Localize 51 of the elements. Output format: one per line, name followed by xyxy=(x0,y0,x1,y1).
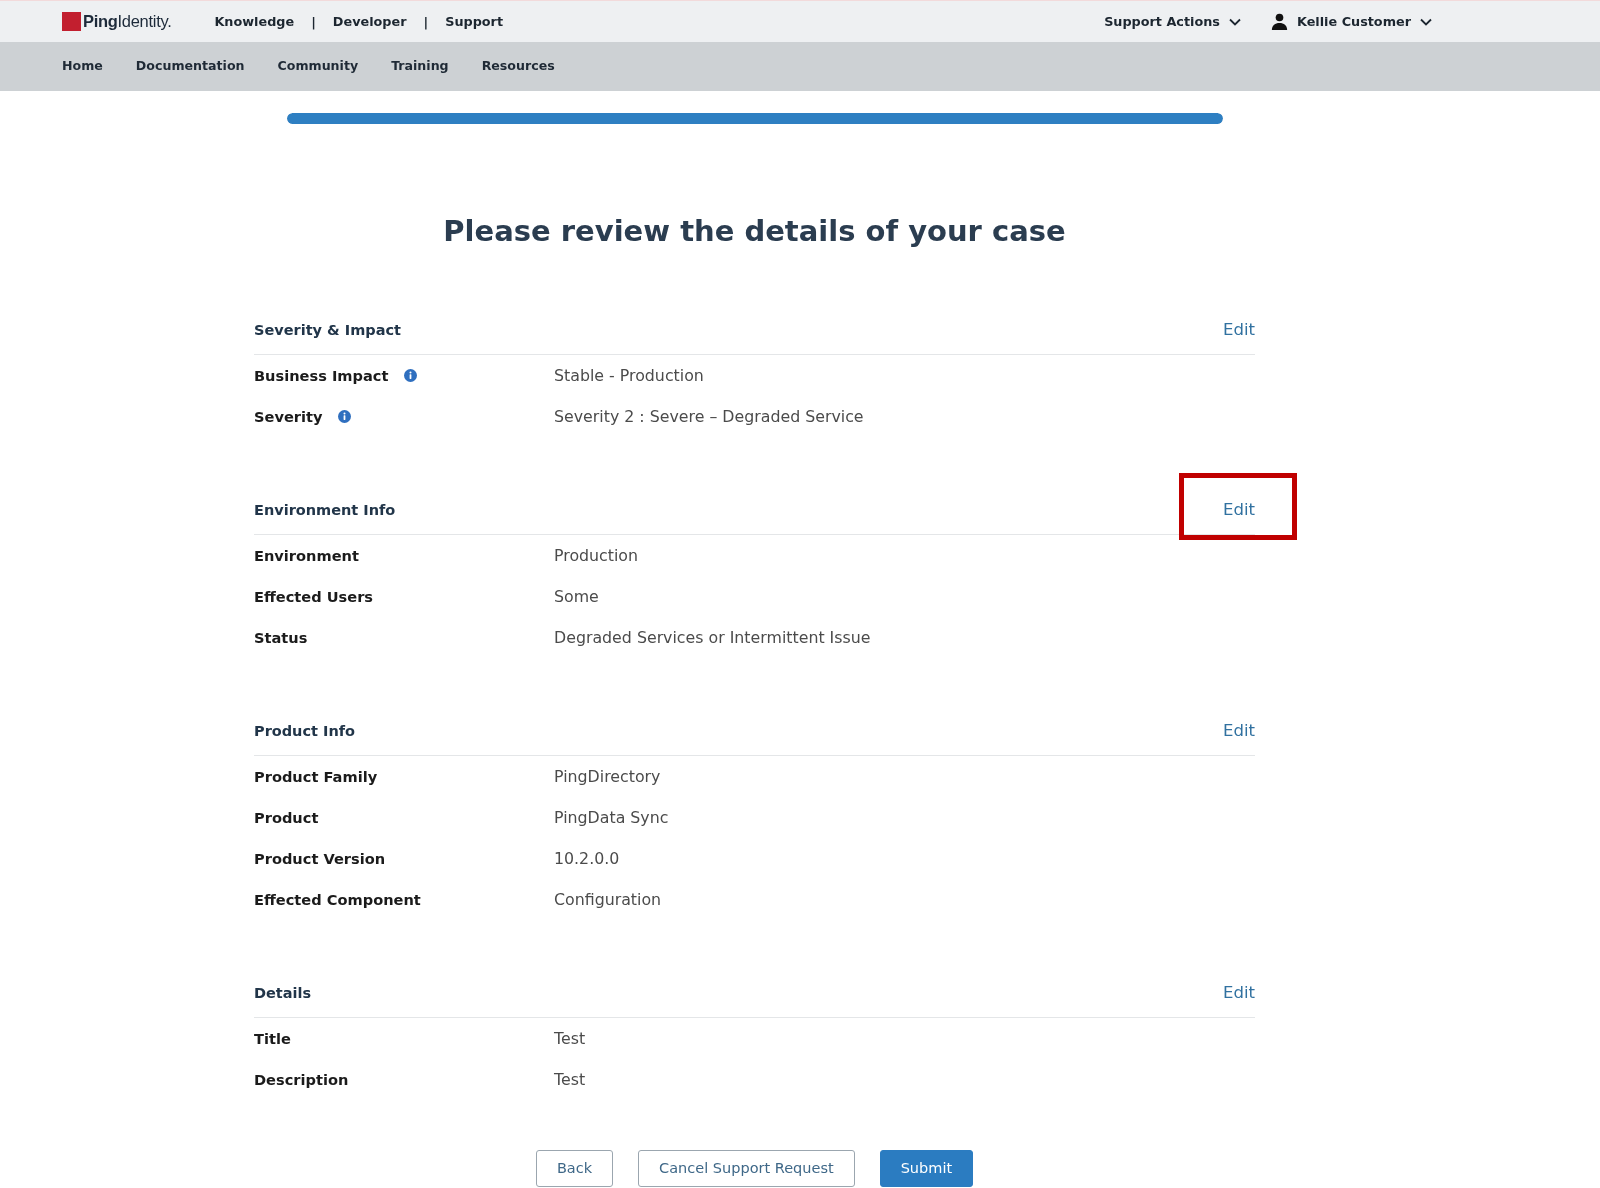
edit-link[interactable]: Edit xyxy=(1223,500,1255,519)
page-title: Please review the details of your case xyxy=(442,214,1067,249)
edit-link[interactable]: Edit xyxy=(1223,320,1255,339)
edit-link[interactable]: Edit xyxy=(1223,721,1255,740)
section-heading: Environment Info xyxy=(254,501,396,520)
field-label: Business Impact xyxy=(254,365,389,386)
nav-link[interactable]: Community xyxy=(277,57,359,76)
field-label: Product Version xyxy=(254,848,386,869)
field-value: PingDirectory xyxy=(554,765,661,788)
caret-icon xyxy=(1420,17,1432,26)
field-value: Configuration xyxy=(554,888,662,911)
nav-link[interactable]: Support xyxy=(445,11,504,32)
action-button[interactable]: Back xyxy=(535,1150,614,1187)
field-label: Description xyxy=(254,1069,349,1090)
nav-link[interactable]: Training xyxy=(391,57,449,76)
field-label: Environment xyxy=(254,545,359,566)
nav-link[interactable]: Developer xyxy=(332,11,407,32)
field-label: Product xyxy=(254,807,319,828)
field-value: Test xyxy=(554,1068,586,1091)
nav-link[interactable]: Resources xyxy=(481,57,555,76)
field-label: Status xyxy=(254,627,308,648)
field-label: Title xyxy=(254,1028,291,1049)
field-label: Effected Component xyxy=(254,889,421,910)
field-value: Test xyxy=(554,1027,586,1050)
caret-icon xyxy=(1228,17,1241,26)
nav-link[interactable]: Knowledge xyxy=(214,11,295,32)
nav-link[interactable]: Documentation xyxy=(135,57,245,76)
field-value: 10.2.0.0 xyxy=(554,847,620,870)
action-button[interactable]: Submit xyxy=(879,1150,974,1187)
field-value: Stable - Production xyxy=(554,364,704,387)
user-menu-dropdown[interactable]: Kellie Customer xyxy=(1270,11,1432,32)
support-actions-dropdown[interactable]: Support Actions xyxy=(1104,11,1241,32)
field-label: Product Family xyxy=(254,766,378,787)
action-button[interactable]: Cancel Support Request xyxy=(638,1150,855,1187)
field-value: Degraded Services or Intermittent Issue xyxy=(554,626,871,649)
section-heading: Details xyxy=(254,984,312,1003)
section-heading: Product Info xyxy=(254,722,355,741)
field-value: PingData Sync xyxy=(554,806,669,829)
field-label: Severity xyxy=(254,406,323,427)
square-icon xyxy=(62,12,81,31)
field-label: Effected Users xyxy=(254,586,374,607)
section-heading: Severity & Impact xyxy=(254,321,401,340)
separator-text: | xyxy=(423,12,429,32)
separator-text: | xyxy=(311,12,316,32)
person-icon xyxy=(1270,13,1288,30)
field-value: Severity 2 : Severe – Degraded Service xyxy=(554,405,864,428)
nav-link[interactable]: Home xyxy=(62,57,103,76)
logo-link[interactable]: PingIdentity. xyxy=(62,9,172,34)
field-value: Some xyxy=(554,585,599,608)
field-value: Production xyxy=(554,544,639,567)
edit-link[interactable]: Edit xyxy=(1223,983,1255,1002)
